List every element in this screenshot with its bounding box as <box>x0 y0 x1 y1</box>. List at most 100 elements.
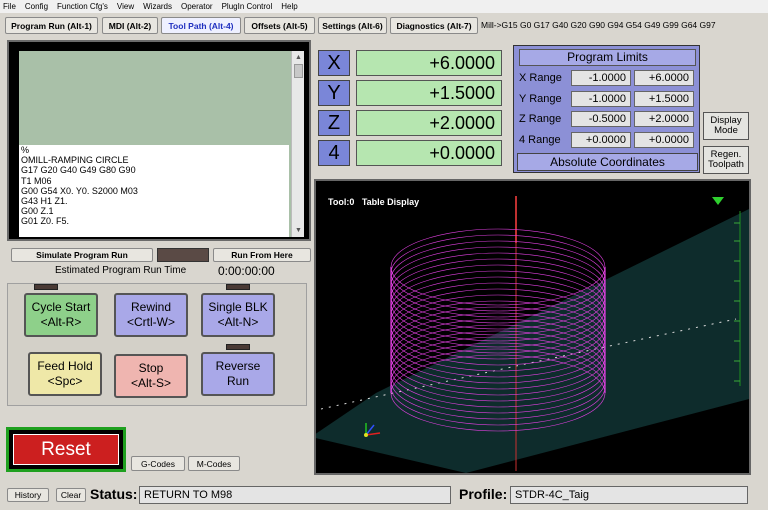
menu-operator[interactable]: Operator <box>181 2 213 11</box>
rewind-label: Rewind <box>130 300 172 314</box>
axis-y-button[interactable]: Y <box>318 80 350 106</box>
menu-view[interactable]: View <box>117 2 134 11</box>
estimated-runtime-label: Estimated Program Run Time <box>55 265 187 276</box>
dro-z[interactable]: +2.0000 <box>356 110 502 136</box>
cycle-start-label: Cycle Start <box>31 300 91 314</box>
a-range-label: 4 Range <box>519 134 561 146</box>
toolpath-frame: Tool:0 Table Display <box>312 177 753 477</box>
feed-hold-button[interactable]: Feed Hold <Spc> <box>28 352 102 396</box>
menu-wizards[interactable]: Wizards <box>143 2 172 11</box>
dro-y[interactable]: +1.5000 <box>356 80 502 106</box>
gcode-empty-area <box>19 51 289 145</box>
gcode-text: % OMILL-RAMPING CIRCLE G17 G20 G40 G49 G… <box>19 145 289 237</box>
simulate-indicator <box>157 248 209 262</box>
dro-x[interactable]: +6.0000 <box>356 50 502 76</box>
regen-label-2: Toolpath <box>708 159 744 170</box>
reverse-run-button[interactable]: Reverse Run <box>201 352 275 396</box>
menu-function-cfgs[interactable]: Function Cfg's <box>57 2 108 11</box>
program-limits-title: Program Limits <box>519 49 696 66</box>
rewind-button[interactable]: Rewind <Crtl-W> <box>114 293 188 337</box>
clear-button[interactable]: Clear <box>56 488 86 502</box>
y-range-label: Y Range <box>519 93 562 105</box>
scroll-up-icon[interactable]: ▲ <box>293 52 304 63</box>
tab-settings[interactable]: Settings (Alt-6) <box>318 17 387 34</box>
display-mode-label-2: Mode <box>714 125 738 136</box>
reverse-run-led <box>226 344 250 350</box>
menu-plugin-control[interactable]: PlugIn Control <box>222 2 273 11</box>
gcode-line: % <box>21 145 30 155</box>
z-range-max: +2.0000 <box>634 111 694 127</box>
scroll-down-icon[interactable]: ▼ <box>293 225 304 236</box>
x-range-max: +6.0000 <box>634 70 694 86</box>
history-button[interactable]: History <box>7 488 49 502</box>
x-range-label: X Range <box>519 72 562 84</box>
status-label: Status: <box>90 486 138 502</box>
scroll-thumb[interactable] <box>294 64 303 78</box>
toolpath-view <box>316 196 749 473</box>
gcode-line: G00 G54 X0. Y0. S2000 M03 <box>21 185 138 196</box>
gcode-panel: % OMILL-RAMPING CIRCLE G17 G20 G40 G49 G… <box>7 40 311 241</box>
cycle-start-button[interactable]: Cycle Start <Alt-R> <box>24 293 98 337</box>
reset-button[interactable]: Reset <box>13 434 119 465</box>
reverse-run-label: Reverse <box>215 359 261 373</box>
tab-offsets[interactable]: Offsets (Alt-5) <box>244 17 315 34</box>
absolute-coordinates-label: Absolute Coordinates <box>517 153 698 171</box>
program-limits-panel: Program Limits X Range -1.0000 +6.0000 Y… <box>513 45 700 173</box>
a-range-max: +0.0000 <box>634 132 694 148</box>
cycle-control-panel: Cycle Start <Alt-R> Rewind <Crtl-W> Single… <box>7 283 307 406</box>
gcode-line: OMILL-RAMPING CIRCLE <box>21 155 129 166</box>
z-range-label: Z Range <box>519 113 562 125</box>
gcode-line: G00 Z.1 <box>21 206 54 217</box>
simulate-program-run-button[interactable]: Simulate Program Run <box>11 248 153 262</box>
rewind-shortcut: <Crtl-W> <box>127 315 175 329</box>
y-range-max: +1.5000 <box>634 91 694 107</box>
status-bar: History Clear Status: RETURN TO M98 Prof… <box>0 483 768 510</box>
stop-label: Stop <box>138 361 164 375</box>
gcode-line: G43 H1 Z1. <box>21 196 68 207</box>
cycle-start-shortcut: <Alt-R> <box>40 315 82 329</box>
profile-label: Profile: <box>459 486 508 502</box>
profile-field: STDR-4C_Taig <box>510 486 748 504</box>
tab-diagnostics[interactable]: Diagnostics (Alt-7) <box>390 17 478 34</box>
active-gcodes: Mill->G15 G0 G17 G40 G20 G90 G94 G54 G49… <box>481 20 716 30</box>
gcode-line: T1 M06 <box>21 175 52 186</box>
g-codes-button[interactable]: G-Codes <box>131 456 185 471</box>
tab-row: Program Run (Alt-1) MDI (Alt-2) Tool Pat… <box>0 13 768 37</box>
axis-x-button[interactable]: X <box>318 50 350 76</box>
gcode-listing[interactable]: % OMILL-RAMPING CIRCLE G17 G20 G40 G49 G… <box>19 51 304 237</box>
menu-bar: File Config Function Cfg's View Wizards … <box>0 0 768 13</box>
dro-4[interactable]: +0.0000 <box>356 140 502 166</box>
run-from-here-button[interactable]: Run From Here <box>213 248 311 262</box>
triad-origin-icon <box>364 433 368 437</box>
axis-z-button[interactable]: Z <box>318 110 350 136</box>
reset-frame: Reset <box>6 427 126 472</box>
gcode-line: G01 Z0. F5. <box>21 216 70 227</box>
single-blk-shortcut: <Alt-N> <box>217 315 259 329</box>
menu-file[interactable]: File <box>3 2 16 11</box>
display-mode-button[interactable]: Display Mode <box>703 112 749 140</box>
x-range-min: -1.0000 <box>571 70 631 86</box>
single-blk-label: Single BLK <box>208 300 268 314</box>
tab-mdi[interactable]: MDI (Alt-2) <box>102 17 158 34</box>
gcode-scrollbar[interactable]: ▲ ▼ <box>291 51 304 237</box>
tab-program-run[interactable]: Program Run (Alt-1) <box>5 17 98 34</box>
stop-shortcut: <Alt-S> <box>130 376 172 390</box>
single-blk-button[interactable]: Single BLK <Alt-N> <box>201 293 275 337</box>
axis-4-button[interactable]: 4 <box>318 140 350 166</box>
z-range-min: -0.5000 <box>571 111 631 127</box>
y-range-min: -1.0000 <box>571 91 631 107</box>
table-plane <box>316 209 749 473</box>
estimated-runtime-value: 0:00:00:00 <box>218 264 275 278</box>
menu-help[interactable]: Help <box>281 2 297 11</box>
m-codes-button[interactable]: M-Codes <box>188 456 240 471</box>
a-range-min: +0.0000 <box>571 132 631 148</box>
tool-marker-icon <box>712 197 724 205</box>
regen-toolpath-button[interactable]: Regen. Toolpath <box>703 146 749 174</box>
menu-config[interactable]: Config <box>25 2 48 11</box>
stop-button[interactable]: Stop <Alt-S> <box>114 354 188 398</box>
toolpath-display[interactable]: Tool:0 Table Display <box>314 179 751 475</box>
cycle-start-led <box>34 284 58 290</box>
tab-tool-path[interactable]: Tool Path (Alt-4) <box>161 17 241 34</box>
status-field: RETURN TO M98 <box>139 486 451 504</box>
gcode-line: G17 G20 G40 G49 G80 G90 <box>21 165 136 176</box>
